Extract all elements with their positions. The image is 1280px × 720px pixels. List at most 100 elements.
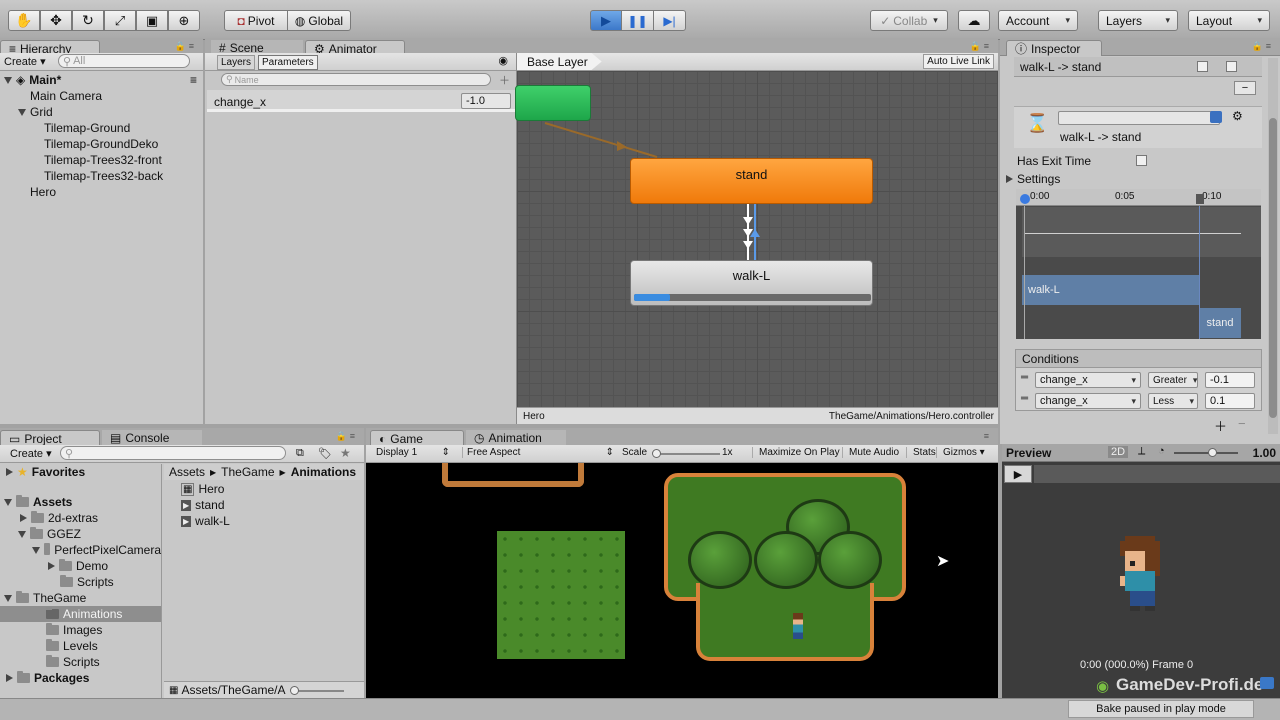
preview-play-button[interactable]: ▶ xyxy=(1004,465,1032,483)
collab-dropdown[interactable]: ✓ Collab xyxy=(870,10,948,31)
create-dropdown[interactable]: Create ▾ xyxy=(10,447,52,460)
slider-thumb[interactable] xyxy=(290,686,299,695)
breadcrumb-item[interactable]: TheGame xyxy=(221,465,274,479)
expand-icon[interactable] xyxy=(48,562,55,570)
icon-size-slider[interactable] xyxy=(290,686,344,695)
folder-row[interactable]: Levels xyxy=(0,638,161,654)
hierarchy-search-input[interactable]: ⚲ All xyxy=(58,54,190,68)
project-search-input[interactable]: ⚲ xyxy=(60,446,286,460)
hierarchy-item[interactable]: Tilemap-Trees32-front xyxy=(0,152,203,168)
speed-slider[interactable] xyxy=(1174,448,1238,457)
gizmos-dropdown[interactable]: Gizmos ▾ xyxy=(936,447,985,458)
folder-row-selected[interactable]: Animations xyxy=(0,606,161,622)
clip-from-bar[interactable]: walk-L xyxy=(1022,275,1199,305)
folder-row[interactable]: Scripts xyxy=(0,574,161,590)
layers-dropdown[interactable]: Layers xyxy=(1098,10,1178,31)
display-dropdown[interactable]: Display 1 ⇕ xyxy=(376,447,450,458)
slider-thumb[interactable] xyxy=(1208,448,1217,457)
play-button[interactable]: ▶ xyxy=(590,10,622,31)
condition-op-select[interactable]: Less xyxy=(1148,393,1198,409)
scale-tool-button[interactable]: ⤢ xyxy=(104,10,136,31)
folder-row[interactable]: TheGame xyxy=(0,590,161,606)
tab-game[interactable]: ◐ Game xyxy=(370,430,464,446)
transition-timeline[interactable]: 0:00 0:05 0:10 walk-L stand xyxy=(1016,189,1261,339)
folder-row[interactable]: Scripts xyxy=(0,654,161,670)
pause-button[interactable]: ❚❚ xyxy=(621,10,654,31)
file-item[interactable]: ▶ stand xyxy=(181,497,364,513)
hierarchy-item[interactable]: Tilemap-Ground xyxy=(0,120,203,136)
hierarchy-item[interactable]: Hero xyxy=(0,184,203,200)
param-search-input[interactable]: ⚲ Name xyxy=(221,73,491,86)
condition-param-select[interactable]: change_x xyxy=(1035,393,1141,409)
scene-row[interactable]: ◈ Main* ≡ xyxy=(0,72,203,88)
tab-project[interactable]: ▭ Project xyxy=(0,430,100,446)
transform-tool-button[interactable]: ⊕ xyxy=(168,10,200,31)
auto-live-link-button[interactable]: Auto Live Link xyxy=(923,54,994,69)
tab-inspector[interactable]: ⓘ Inspector xyxy=(1006,40,1102,56)
preview-scrubber[interactable] xyxy=(1034,465,1280,483)
slider-thumb[interactable] xyxy=(652,449,661,458)
solo-checkbox[interactable] xyxy=(1226,61,1237,72)
pivot-toggle[interactable]: ◘ Pivot xyxy=(224,10,288,31)
maximize-toggle[interactable]: Maximize On Play xyxy=(752,447,840,458)
layout-dropdown[interactable]: Layout xyxy=(1188,10,1270,31)
file-item[interactable]: ▦ Hero xyxy=(181,481,364,497)
cloud-button[interactable]: ☁ xyxy=(958,10,990,31)
clip-to-bar[interactable]: stand xyxy=(1199,308,1241,338)
panel-lock-icon[interactable]: 🔒≡ xyxy=(175,41,197,52)
param-row[interactable]: change_x -1.0 xyxy=(207,90,515,112)
hierarchy-item[interactable]: Tilemap-Trees32-back xyxy=(0,168,203,184)
condition-param-select[interactable]: change_x xyxy=(1035,372,1141,388)
animator-graph[interactable]: stand walk-L xyxy=(515,71,998,407)
preview-mode-2d[interactable]: 2D xyxy=(1108,446,1129,458)
expand-icon[interactable] xyxy=(18,530,26,538)
has-exit-time-checkbox[interactable] xyxy=(1136,155,1147,166)
menu-icon[interactable]: ≡ xyxy=(190,73,197,87)
tab-console[interactable]: ▤ Console xyxy=(102,430,202,446)
drag-handle-icon[interactable]: ═ xyxy=(1021,393,1028,404)
expand-icon[interactable] xyxy=(20,514,27,522)
packages-row[interactable]: Packages xyxy=(0,670,161,686)
remove-condition-button[interactable]: − xyxy=(1238,416,1246,431)
star-icon[interactable]: ★ xyxy=(340,446,351,460)
expand-icon[interactable] xyxy=(4,498,12,506)
favorites-row[interactable]: ★ Favorites xyxy=(0,464,161,480)
speed-icon[interactable]: ◔ xyxy=(1158,445,1165,457)
assets-row[interactable]: Assets xyxy=(0,494,161,510)
panel-lock-icon[interactable]: 🔒≡ xyxy=(970,41,992,52)
transition-name-field[interactable] xyxy=(1058,111,1220,125)
folder-row[interactable]: Demo xyxy=(0,558,161,574)
move-tool-button[interactable]: ✥ xyxy=(40,10,72,31)
settings-foldout[interactable]: Settings xyxy=(1006,172,1060,186)
walk-state[interactable]: walk-L xyxy=(630,260,873,306)
aspect-dropdown[interactable]: Free Aspect ⇕ xyxy=(462,447,614,458)
add-condition-button[interactable]: ＋ xyxy=(1214,416,1227,435)
game-view[interactable]: ➤ xyxy=(366,463,998,698)
scale-slider[interactable] xyxy=(652,449,720,458)
pivot-icon[interactable]: ⟂ xyxy=(1138,445,1145,458)
tab-animation[interactable]: ◷ Animation xyxy=(466,430,566,446)
expand-icon[interactable] xyxy=(4,594,12,602)
panel-lock-icon[interactable]: 🔒≡ xyxy=(336,431,358,442)
breadcrumb-base-layer[interactable]: Base Layer xyxy=(517,53,602,70)
condition-value-input[interactable]: 0.1 xyxy=(1205,393,1255,409)
rotate-tool-button[interactable]: ↻ xyxy=(72,10,104,31)
exit-marker-handle[interactable] xyxy=(1196,194,1204,204)
panel-menu-icon[interactable]: ≡ xyxy=(984,431,992,441)
file-item[interactable]: ▶ walk-L xyxy=(181,513,364,529)
filter-label-icon[interactable]: 🏷 xyxy=(318,447,332,460)
folder-row[interactable]: 2d-extras xyxy=(0,510,161,526)
folder-row[interactable]: Images xyxy=(0,622,161,638)
panel-lock-icon[interactable]: 🔒≡ xyxy=(1252,41,1274,52)
inspector-scrollbar[interactable] xyxy=(1268,58,1278,434)
eye-icon[interactable]: ◉ xyxy=(498,54,508,67)
expand-icon[interactable] xyxy=(4,76,12,84)
condition-op-select[interactable]: Greater xyxy=(1148,372,1198,388)
condition-value-input[interactable]: -0.1 xyxy=(1205,372,1255,388)
folder-row[interactable]: GGEZ xyxy=(0,526,161,542)
stats-toggle[interactable]: Stats xyxy=(906,447,936,458)
expand-icon[interactable] xyxy=(32,546,40,554)
drag-handle-icon[interactable]: ═ xyxy=(1021,372,1028,383)
stand-state[interactable]: stand xyxy=(630,158,873,204)
mute-checkbox[interactable] xyxy=(1197,61,1208,72)
